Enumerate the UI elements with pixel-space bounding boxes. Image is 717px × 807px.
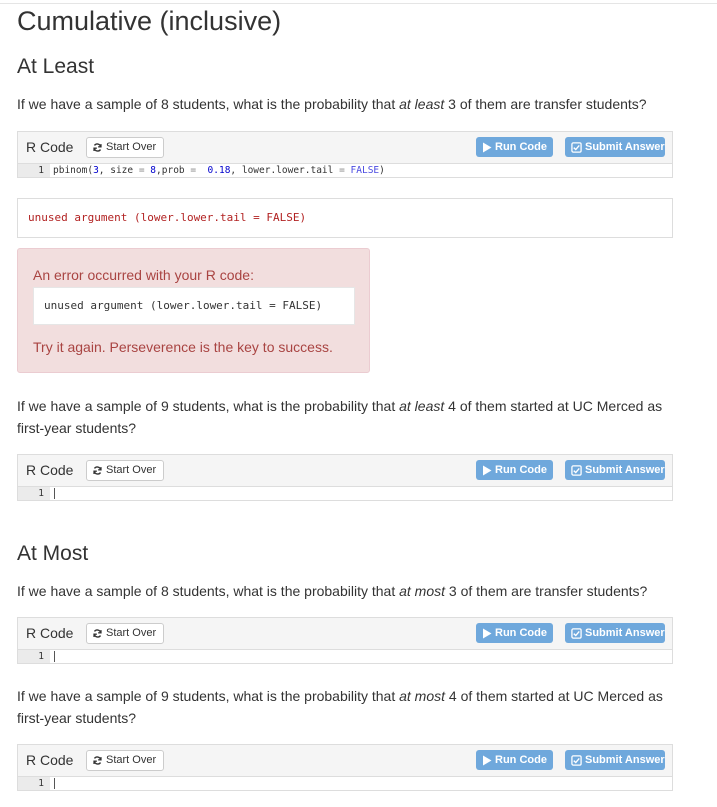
play-icon <box>483 465 492 475</box>
exercise-label: R Code <box>26 139 74 155</box>
play-icon <box>483 755 492 765</box>
exercise-header: R Code Start Over Run Code Submit Answer <box>18 132 672 164</box>
exercise-3: R Code Start Over Run Code Submit Answer… <box>17 617 673 664</box>
code-line[interactable]: pbinom(3, size = 8,prob = 0.18, lower.lo… <box>53 164 385 177</box>
error-hint: Try it again. Perseverence is the key to… <box>33 339 333 355</box>
exercise-4: R Code Start Over Run Code Submit Answer… <box>17 744 673 791</box>
start-over-button[interactable]: Start Over <box>86 750 165 771</box>
text-cursor <box>54 651 55 662</box>
start-over-button[interactable]: Start Over <box>86 460 165 481</box>
refresh-icon <box>93 143 102 152</box>
page-title: Cumulative (inclusive) <box>17 6 282 36</box>
line-number: 1 <box>18 487 50 500</box>
play-icon <box>483 628 492 638</box>
error-message: An error occurred with your R code: <box>33 267 254 283</box>
submit-answer-button[interactable]: Submit Answer <box>565 750 665 770</box>
start-over-button[interactable]: Start Over <box>86 137 165 158</box>
exercise-2: R Code Start Over Run Code Submit Answer… <box>17 454 673 501</box>
refresh-icon <box>93 629 102 638</box>
text-cursor <box>54 488 55 499</box>
start-over-button[interactable]: Start Over <box>86 623 165 644</box>
exercise-label: R Code <box>26 752 74 768</box>
code-editor[interactable]: 1 pbinom(3, size = 8,prob = 0.18, lower.… <box>18 164 672 177</box>
code-editor[interactable]: 1 <box>18 777 672 790</box>
run-code-button[interactable]: Run Code <box>476 623 553 643</box>
question-1: If we have a sample of 8 students, what … <box>17 96 647 112</box>
error-alert: An error occurred with your R code: unus… <box>17 248 370 373</box>
exercise-header: R Code Start Over Run Code Submit Answer <box>18 745 672 777</box>
submit-answer-button[interactable]: Submit Answer <box>565 623 665 643</box>
code-editor[interactable]: 1 <box>18 487 672 500</box>
line-number: 1 <box>18 650 50 663</box>
code-output: unused argument (lower.lower.tail = FALS… <box>17 198 673 238</box>
code-editor[interactable]: 1 <box>18 650 672 663</box>
text-cursor <box>54 778 55 789</box>
play-icon <box>483 142 492 152</box>
question-4: If we have a sample of 9 students, what … <box>17 688 663 726</box>
check-square-icon <box>571 141 582 153</box>
section-heading-at-most: At Most <box>17 542 89 565</box>
exercise-label: R Code <box>26 462 74 478</box>
refresh-icon <box>93 756 102 765</box>
check-square-icon <box>571 627 582 639</box>
exercise-header: R Code Start Over Run Code Submit Answer <box>18 618 672 650</box>
error-code: unused argument (lower.lower.tail = FALS… <box>33 287 355 325</box>
refresh-icon <box>93 466 102 475</box>
question-3: If we have a sample of 8 students, what … <box>17 583 648 599</box>
submit-answer-button[interactable]: Submit Answer <box>565 137 665 157</box>
exercise-1: R Code Start Over Run Code Submit Answer… <box>17 131 673 178</box>
submit-answer-button[interactable]: Submit Answer <box>565 460 665 480</box>
check-square-icon <box>571 754 582 766</box>
section-heading-at-least: At Least <box>17 55 95 78</box>
exercise-label: R Code <box>26 625 74 641</box>
run-code-button[interactable]: Run Code <box>476 460 553 480</box>
check-square-icon <box>571 464 582 476</box>
top-border <box>0 3 717 4</box>
line-number: 1 <box>18 164 50 177</box>
exercise-header: R Code Start Over Run Code Submit Answer <box>18 455 672 487</box>
question-2: If we have a sample of 9 students, what … <box>17 398 663 436</box>
line-number: 1 <box>18 777 50 790</box>
run-code-button[interactable]: Run Code <box>476 137 553 157</box>
run-code-button[interactable]: Run Code <box>476 750 553 770</box>
